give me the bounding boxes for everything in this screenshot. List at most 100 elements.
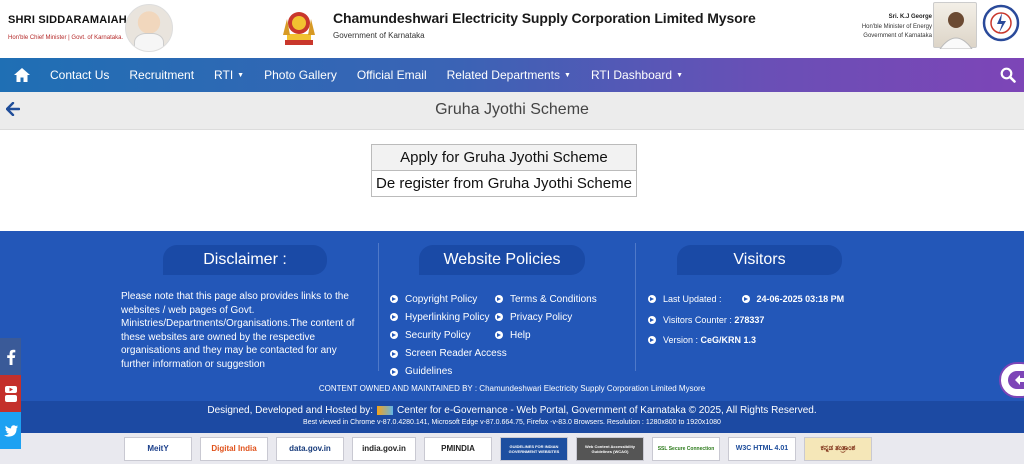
arrow-bullet-icon (390, 313, 398, 322)
minister-gov: Government of Karnataka (863, 33, 932, 39)
page-title-bar: Gruha Jyothi Scheme (0, 92, 1024, 130)
last-updated-row: Last Updated : 24-06-2025 03:18 PM (648, 294, 844, 304)
apply-link[interactable]: Apply for Gruha Jyothi Scheme (371, 144, 637, 171)
footer-divider (378, 243, 379, 371)
minister-name: Sri. K.J George (888, 14, 932, 20)
list-item[interactable]: Hyperlinking Policy (390, 308, 507, 326)
nav-label: RTI (214, 68, 234, 82)
arrow-bullet-icon (495, 295, 503, 304)
search-icon[interactable] (1000, 67, 1016, 83)
visitors-counter-row: Visitors Counter : 278337 (648, 315, 764, 325)
arrow-bullet-icon (495, 331, 503, 340)
meity-logo[interactable]: MeitY (124, 436, 192, 461)
list-item[interactable]: Security Policy (390, 326, 507, 344)
data-gov-logo[interactable]: data.gov.in (276, 436, 344, 461)
minister-portrait (933, 2, 977, 50)
designed-by: Designed, Developed and Hosted by: Center… (0, 405, 1024, 416)
policy-link[interactable]: Screen Reader Access (405, 348, 507, 359)
nav-label: Related Departments (446, 68, 560, 82)
best-viewed: Best viewed in Chrome v-87.0.4280.141, M… (303, 419, 721, 426)
version-value: CeG/KRN 1.3 (700, 335, 757, 345)
digital-india-logo[interactable]: Digital India (200, 436, 268, 461)
nav-rti[interactable]: RTI ▼ (204, 58, 254, 92)
arrow-bullet-icon (648, 336, 656, 344)
arrow-bullet-icon (741, 295, 750, 303)
list-item[interactable]: Guidelines (390, 363, 507, 381)
chevron-down-icon: ▼ (564, 71, 571, 79)
designed-prefix: Designed, Developed and Hosted by: (207, 405, 374, 416)
cesc-logo-icon[interactable] (982, 4, 1020, 44)
list-item[interactable]: Screen Reader Access (390, 345, 507, 363)
org-subtitle: Government of Karnataka (333, 31, 425, 40)
table-row: De register from Gruha Jyothi Scheme (371, 170, 637, 197)
chevron-down-icon: ▼ (676, 71, 684, 79)
site-header: SHRI SIDDARAMAIAH Hon'ble Chief Minister… (0, 0, 1024, 58)
ceg-logo-icon (377, 405, 394, 415)
disclaimer-heading: Disclaimer : (163, 245, 327, 275)
policy-link[interactable]: Terms & Conditions (510, 294, 597, 305)
home-icon[interactable] (4, 58, 40, 92)
kannada-logo[interactable]: ಕನ್ನಡ ತಂತ್ರಾಂಶ (804, 436, 872, 461)
visitors-counter-label: Visitors Counter : (663, 315, 732, 325)
nav-rti-dashboard[interactable]: RTI Dashboard ▼ (581, 58, 693, 92)
policy-list-2: Terms & Conditions Privacy Policy Help (495, 290, 597, 345)
list-item[interactable]: Help (495, 326, 597, 344)
policies-heading: Website Policies (419, 245, 585, 275)
ssl-logo[interactable]: SSL Secure Connection (652, 436, 720, 461)
table-row: Apply for Gruha Jyothi Scheme (371, 144, 637, 171)
footer-divider (635, 243, 636, 371)
credits-band: Designed, Developed and Hosted by: Center… (0, 401, 1024, 433)
maintained-by: CONTENT OWNED AND MAINTAINED BY : Chamun… (318, 384, 706, 393)
version-row: Version : CeG/KRN 1.3 (648, 335, 756, 345)
nav-label: Photo Gallery (264, 68, 337, 82)
policy-link[interactable]: Security Policy (405, 330, 471, 341)
chevron-down-icon: ▼ (237, 71, 245, 79)
arrow-bullet-icon (648, 316, 656, 324)
policy-link[interactable]: Copyright Policy (405, 294, 477, 305)
deregister-link[interactable]: De register from Gruha Jyothi Scheme (371, 170, 637, 197)
india-gov-logo[interactable]: india.gov.in (352, 436, 416, 461)
org-title: Chamundeshwari Electricity Supply Corpor… (333, 10, 756, 26)
nav-label: Recruitment (129, 68, 195, 82)
page: SHRI SIDDARAMAIAH Hon'ble Chief Minister… (0, 0, 1024, 464)
nav-recruitment[interactable]: Recruitment (119, 58, 204, 92)
version-label: Version : (663, 335, 699, 345)
disclaimer-text: Please note that this page also provides… (121, 291, 355, 370)
arrow-bullet-icon (390, 295, 398, 304)
policy-list-1: Copyright Policy Hyperlinking Policy Sec… (390, 290, 507, 381)
gigw-logo[interactable]: GUIDELINES FOR INDIAN GOVERNMENT WEBSITE… (500, 436, 568, 461)
nav-contact-us[interactable]: Contact Us (40, 58, 119, 92)
list-item[interactable]: Privacy Policy (495, 308, 597, 326)
wcag-logo[interactable]: Web Content Accessibility Guidelines (WC… (576, 436, 644, 461)
cm-name: SHRI SIDDARAMAIAH (8, 14, 127, 26)
w3c-logo[interactable]: W3C HTML 4.01 (728, 436, 796, 461)
nav-label: RTI Dashboard (590, 68, 673, 82)
policy-link[interactable]: Help (510, 330, 531, 341)
nav-label: Contact Us (50, 68, 110, 82)
arrow-bullet-icon (495, 313, 503, 322)
last-updated-label: Last Updated : (663, 294, 722, 304)
back-arrow-icon (1008, 371, 1024, 389)
policy-link[interactable]: Privacy Policy (510, 312, 572, 323)
visitors-counter-value: 278337 (734, 315, 765, 325)
arrow-bullet-icon (390, 367, 398, 376)
nav-photo-gallery[interactable]: Photo Gallery (254, 58, 347, 92)
policy-link[interactable]: Guidelines (405, 366, 452, 377)
scheme-links-table: Apply for Gruha Jyothi Scheme De registe… (371, 144, 637, 197)
minister-role: Hon'ble Minister of Energy (861, 24, 932, 30)
page-title: Gruha Jyothi Scheme (435, 101, 589, 118)
arrow-bullet-icon (390, 331, 398, 340)
list-item[interactable]: Copyright Policy (390, 290, 507, 308)
nav-label: Official Email (356, 68, 427, 82)
pmindia-logo[interactable]: PMINDIA (424, 436, 492, 461)
twitter-icon[interactable] (0, 412, 21, 449)
policy-link[interactable]: Hyperlinking Policy (405, 312, 489, 323)
karnataka-emblem-icon[interactable] (276, 5, 322, 49)
nav-official-email[interactable]: Official Email (347, 58, 437, 92)
list-item[interactable]: Terms & Conditions (495, 290, 597, 308)
youtube-icon[interactable] (0, 375, 21, 412)
partner-logos: MeitY Digital India data.gov.in india.go… (0, 433, 1024, 464)
nav-related-departments[interactable]: Related Departments ▼ (437, 58, 581, 92)
facebook-icon[interactable] (0, 338, 21, 375)
arrow-bullet-icon (648, 295, 656, 303)
